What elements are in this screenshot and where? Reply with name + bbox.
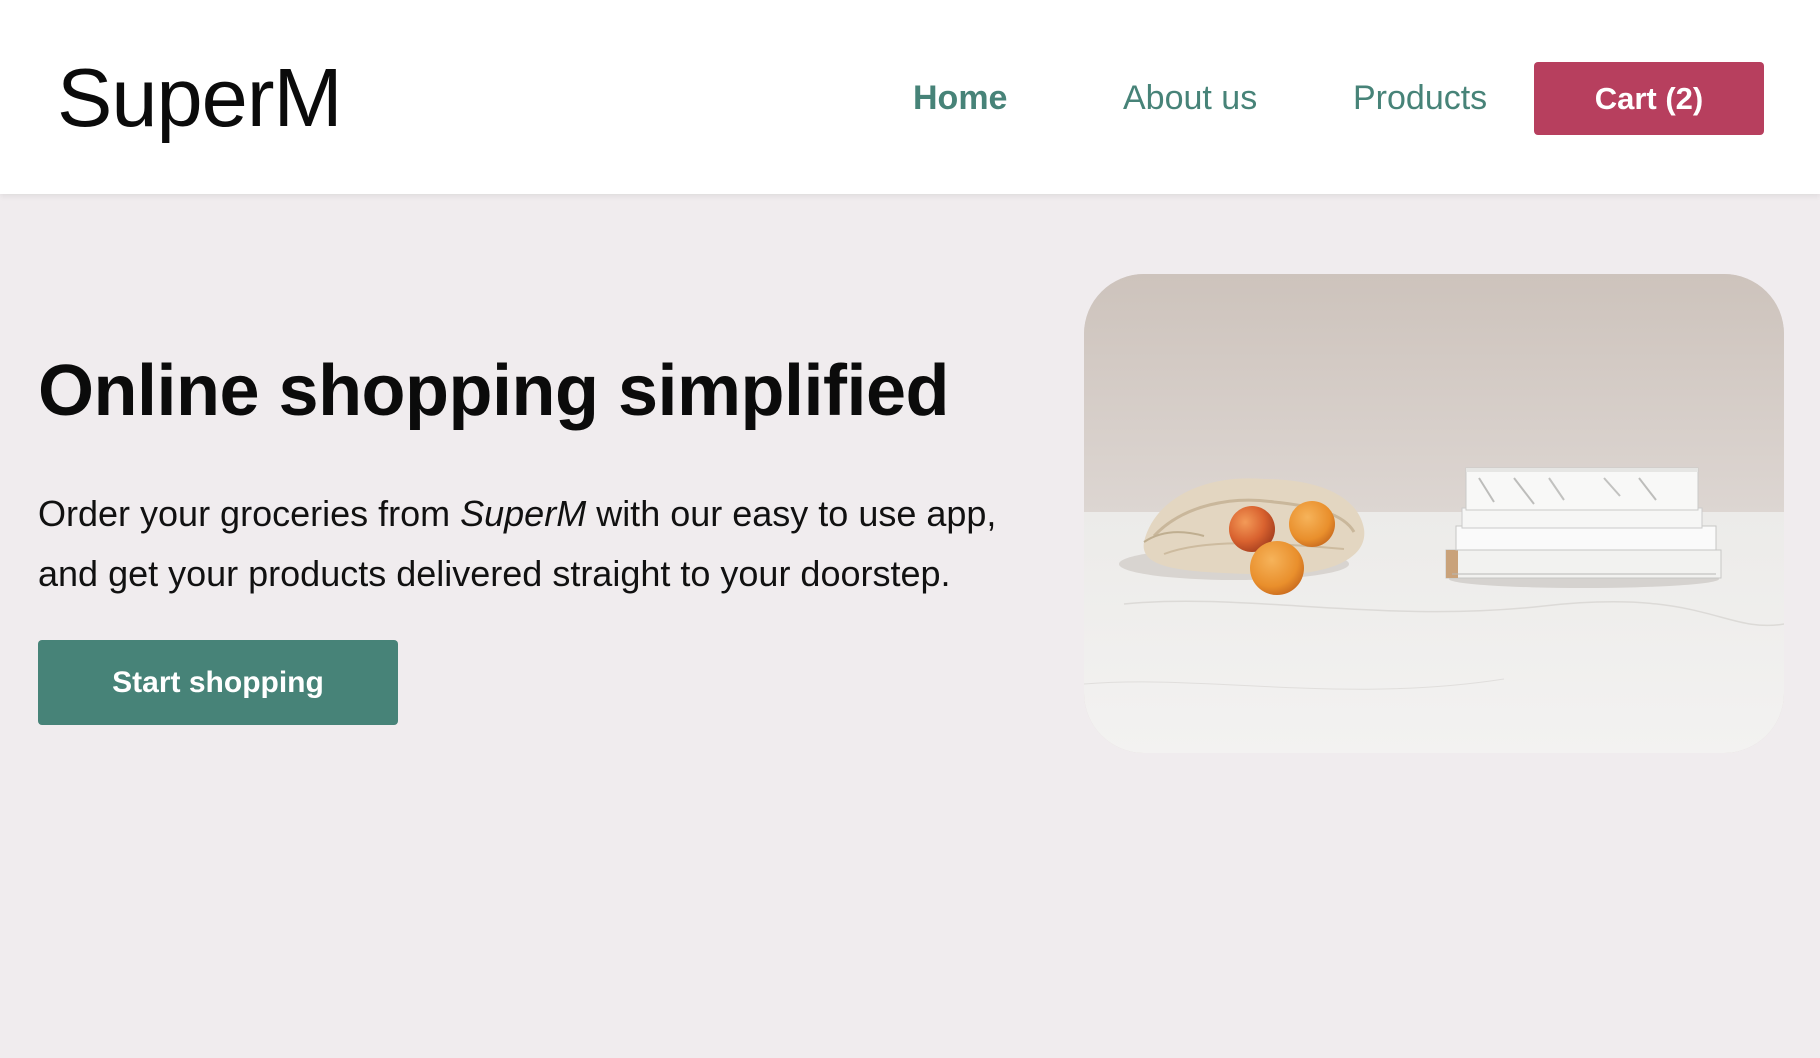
brand-logo[interactable]: SuperM	[57, 56, 343, 139]
groceries-illustration	[1084, 274, 1784, 753]
start-shopping-button[interactable]: Start shopping	[38, 640, 398, 725]
nav-link-home[interactable]: Home	[913, 78, 1007, 118]
hero-title: Online shopping simplified	[38, 351, 950, 431]
hero-description: Order your groceries from SuperM with ou…	[38, 484, 1058, 604]
hero-text-before: Order your groceries from	[38, 493, 461, 534]
cart-button[interactable]: Cart (2)	[1534, 62, 1764, 135]
navbar: SuperM Home About us Products Cart (2)	[0, 0, 1820, 194]
nav-link-products[interactable]: Products	[1353, 78, 1487, 118]
nav-link-about[interactable]: About us	[1123, 78, 1257, 118]
hero-text-brand: SuperM	[460, 493, 587, 534]
hero-image	[1084, 274, 1784, 753]
